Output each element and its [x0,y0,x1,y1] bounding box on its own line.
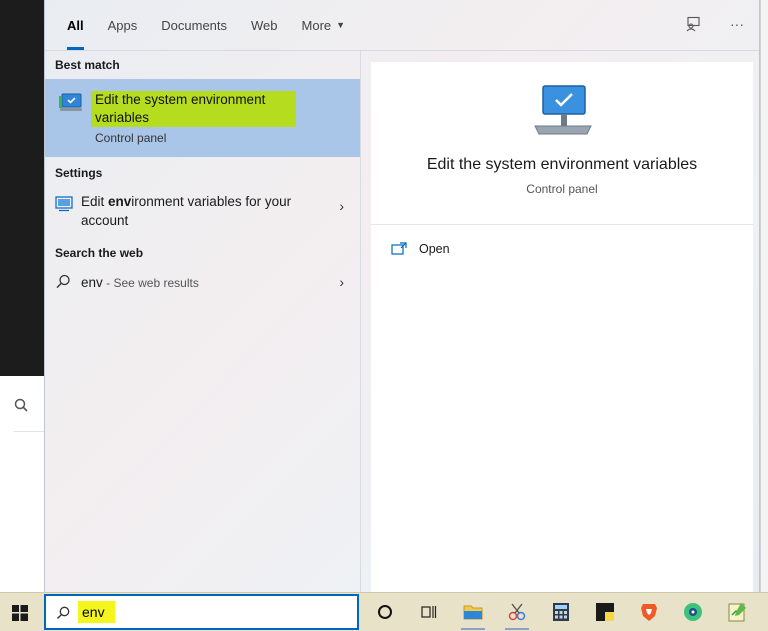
search-input[interactable]: env [78,601,115,623]
search-web-label: Search the web [55,246,144,260]
search-panel: All Apps Documents Web More ▼ ··· Best ma… [44,0,760,592]
background-window [0,376,44,592]
file-explorer-icon[interactable] [456,597,490,630]
chevron-down-icon: ▼ [336,20,346,30]
taskbar-search-box[interactable]: env [44,594,359,630]
web-search-result[interactable]: env - See web results › [45,266,360,302]
start-button[interactable] [8,601,32,625]
open-action[interactable]: Open [391,242,450,256]
divider [14,431,44,432]
settings-monitor-icon [55,196,73,212]
system-monitor-icon [59,93,82,111]
tab-documents-label: Documents [161,17,228,33]
chevron-right-icon[interactable]: › [339,274,344,290]
settings-result[interactable]: Edit environment variables for your acco… [45,186,360,246]
brave-browser-icon[interactable] [632,597,666,627]
feedback-icon[interactable] [683,14,703,34]
web-search-text: env - See web results [81,275,199,290]
calculator-icon[interactable] [544,597,578,627]
detail-title: Edit the system environment variables [426,156,698,173]
taskbar-apps [368,597,754,630]
tab-web-label: Web [251,17,278,33]
tab-apps[interactable]: Apps [96,0,150,50]
chevron-right-icon[interactable]: › [339,198,344,214]
notepad-icon[interactable] [720,597,754,627]
search-icon [57,606,70,619]
open-icon [391,242,407,255]
system-monitor-icon [534,85,592,135]
tab-apps-label: Apps [107,17,138,33]
tab-web[interactable]: Web [239,0,290,50]
results-list: Best match Edit the system environment v… [45,50,360,302]
background-window-edge [760,0,768,592]
best-match-result[interactable]: Edit the system environment variables Co… [45,79,360,157]
web-query-suffix: - See web results [102,276,199,290]
detail-subtitle: Control panel [526,182,598,196]
top-icons: ··· [683,14,747,34]
best-match-subtitle: Control panel [95,131,167,145]
tab-documents[interactable]: Documents [149,0,239,50]
settings-label: Settings [55,166,103,180]
best-match-title: Edit the system environment variables [91,91,296,127]
search-icon [14,398,28,412]
task-view-icon[interactable] [412,597,446,627]
search-tabs: All Apps Documents Web More ▼ [55,0,357,50]
tab-more[interactable]: More ▼ [290,0,358,50]
desktop-background [0,0,44,376]
taskbar: env [0,592,768,631]
best-match-label: Best match [55,58,120,72]
tab-all-label: All [67,17,84,33]
web-query: env [81,275,103,290]
search-icon [56,274,70,289]
column-divider [360,50,361,592]
app-icon[interactable] [676,597,710,627]
open-label: Open [419,242,450,256]
settings-result-text: Edit environment variables for your acco… [81,192,311,230]
more-options-icon[interactable]: ··· [727,14,747,34]
tab-more-label: More [301,17,332,33]
snipping-tool-icon[interactable] [500,597,534,630]
detail-pane: Edit the system environment variables Co… [371,62,753,592]
windows-logo-icon [12,605,28,621]
cortana-icon[interactable] [368,597,402,627]
sticky-notes-icon[interactable] [588,597,622,627]
detail-divider [371,224,753,225]
tab-all[interactable]: All [55,0,96,50]
settings-text-bold: env [108,194,132,209]
best-match-title-text: Edit the system environment variables [91,91,296,127]
settings-text-pre: Edit [81,194,109,209]
